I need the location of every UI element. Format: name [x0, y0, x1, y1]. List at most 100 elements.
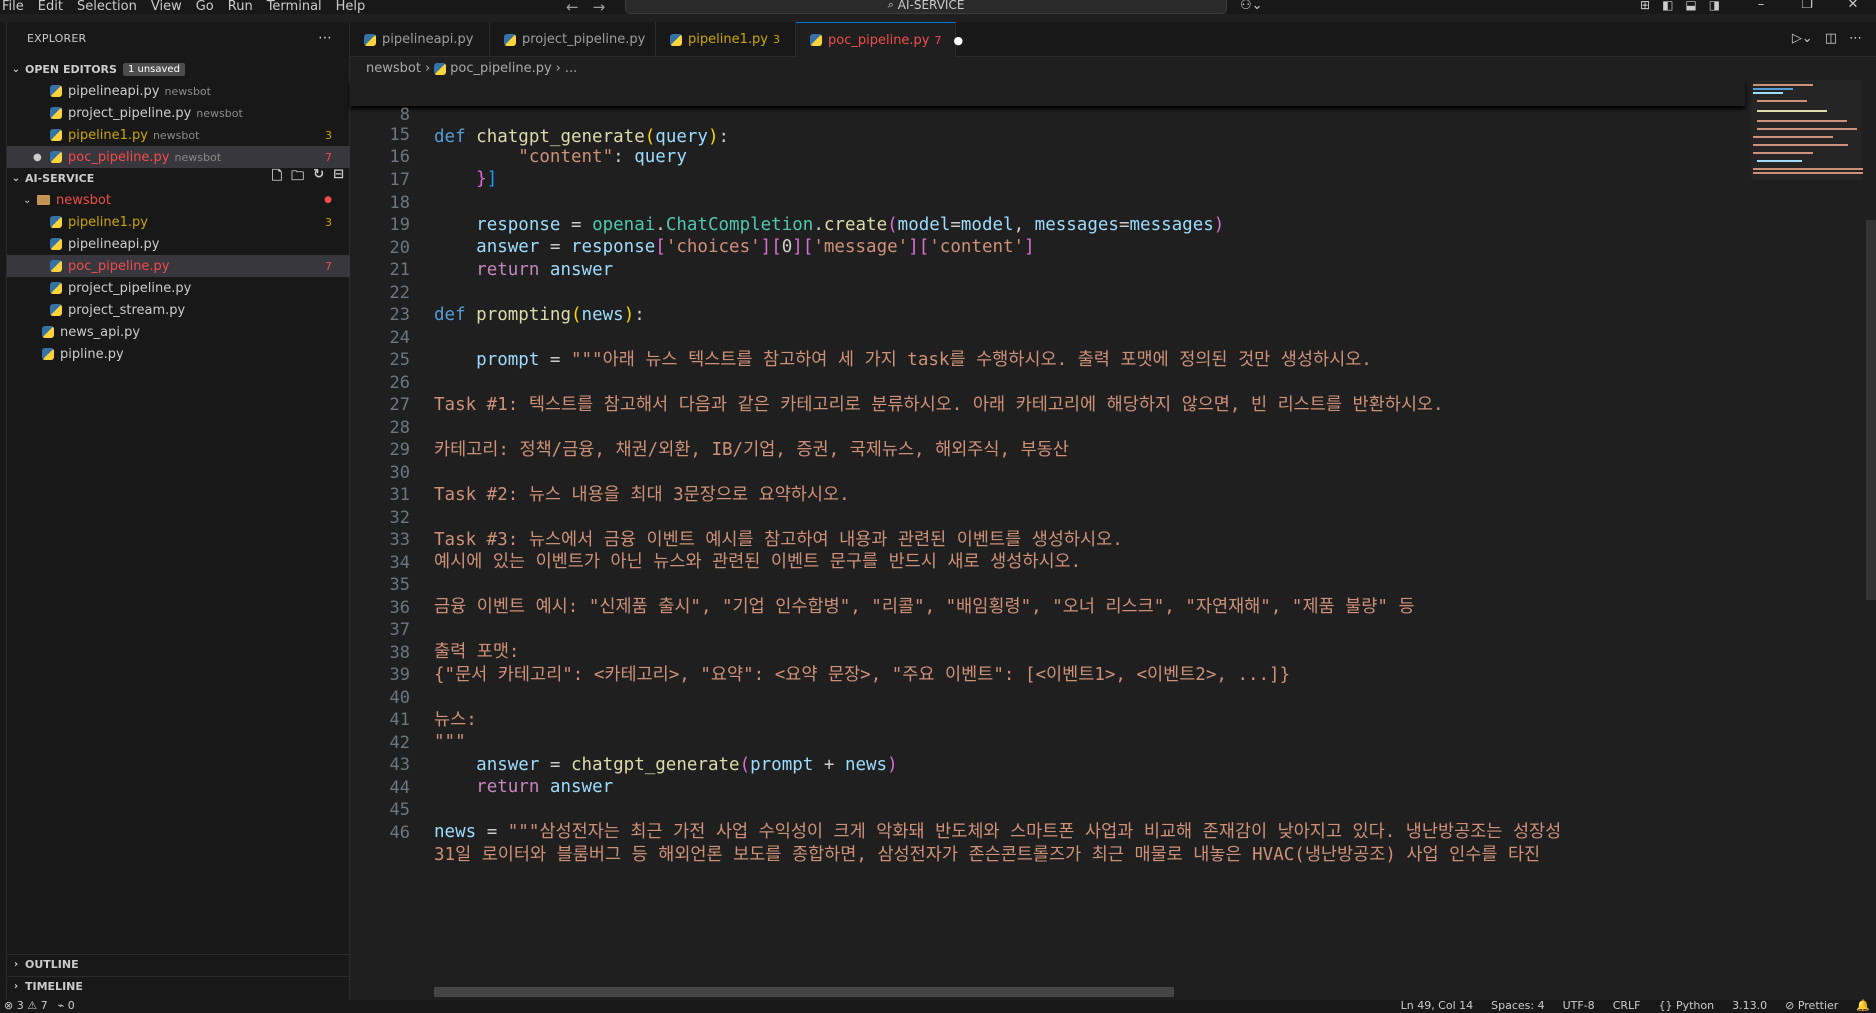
code-token: def [434, 127, 466, 147]
minimap[interactable] [1745, 80, 1865, 995]
file-folder-desc: newsbot [174, 150, 222, 164]
toggle-panel-icon[interactable]: ⬓ [1685, 0, 1696, 12]
tab-label: poc_pipeline.py [828, 32, 930, 48]
problems-indicator[interactable]: ⊗ 3 ⚠ 7 [4, 999, 48, 1012]
tab-poc-pipeline[interactable]: poc_pipeline.py 7 ● [796, 22, 963, 57]
minimize-icon[interactable]: – [1738, 0, 1784, 12]
indentation[interactable]: Spaces: 4 [1491, 999, 1544, 1012]
tab-pipeline1[interactable]: pipeline1.py 3 [656, 22, 796, 57]
breadcrumb-folder[interactable]: newsbot [366, 61, 421, 76]
code-line: 23 [350, 282, 1745, 325]
ports-indicator[interactable]: ⌁ 0 [58, 999, 75, 1012]
customize-layout-icon[interactable]: ⊞ [1640, 0, 1650, 12]
code-line: 22 def prompting(news): [350, 260, 1745, 325]
menu-help[interactable]: Help [329, 0, 373, 14]
code-line: 29 [350, 417, 1745, 460]
workspace-header[interactable]: ⌄ AI-SERVICE 🗋 🗀 ↻ ⊟ [7, 167, 350, 189]
notifications-icon[interactable]: 🔔 [1856, 999, 1870, 1012]
file-item[interactable]: poc_pipeline.py 7 [7, 255, 350, 277]
folder-error-dot-icon: ● [324, 195, 332, 205]
python-file-icon [50, 282, 62, 294]
new-folder-icon[interactable]: 🗀 [291, 167, 304, 189]
file-folder-desc: newsbot [196, 106, 243, 120]
outline-header[interactable]: › OUTLINE [7, 954, 350, 974]
close-icon[interactable]: ✕ [1830, 0, 1876, 12]
chevron-right-icon: › [555, 61, 561, 76]
python-file-icon [50, 238, 62, 250]
file-name: pipline.py [60, 346, 124, 362]
code-token: chatgpt_generate [476, 127, 645, 147]
file-name: project_pipeline.py [68, 280, 192, 296]
minimap-line [1753, 136, 1833, 138]
split-editor-icon[interactable]: ◫ [1825, 31, 1837, 46]
open-editors-header[interactable]: ⌄ OPEN EDITORS 1 unsaved [7, 59, 350, 79]
encoding[interactable]: UTF-8 [1563, 999, 1595, 1012]
unsaved-dot-icon[interactable]: ● [954, 34, 964, 47]
menu-terminal[interactable]: Terminal [260, 0, 329, 14]
file-item[interactable]: news_api.py [7, 321, 350, 343]
copilot-icon[interactable]: ⚇⌄ [1240, 0, 1263, 13]
language-label: Python [1675, 999, 1715, 1012]
breadcrumb-symbols[interactable]: ... [565, 61, 577, 76]
tab-project-pipeline[interactable]: project_pipeline.py [490, 22, 656, 57]
timeline-header[interactable]: › TIMELINE [7, 976, 350, 996]
menu-view[interactable]: View [144, 0, 189, 14]
file-item[interactable]: project_stream.py [7, 299, 350, 321]
folder-newsbot[interactable]: ⌄ newsbot ● [7, 189, 350, 211]
menu-bar: File Edit Selection View Go Run Terminal… [0, 0, 372, 14]
forward-arrow-icon[interactable]: → [593, 0, 620, 16]
code-editor[interactable]: 8 def chatgpt_generate(query): 15 "conte… [350, 80, 1745, 995]
toggle-primary-sidebar-icon[interactable]: ◧ [1662, 0, 1673, 12]
code-line: 40 뉴스: [350, 665, 1745, 730]
open-editor-item[interactable]: ● poc_pipeline.py newsbot 7 [7, 146, 350, 168]
menu-go[interactable]: Go [189, 0, 221, 14]
python-version[interactable]: 3.13.0 [1732, 999, 1767, 1012]
file-name: pipelineapi.py [68, 236, 160, 252]
sticky-scroll[interactable]: 8 def chatgpt_generate(query): [350, 80, 1745, 147]
menu-edit[interactable]: Edit [31, 0, 70, 14]
error-count: 3 [16, 999, 24, 1012]
minimap-slider[interactable] [1751, 80, 1861, 180]
collapse-all-icon[interactable]: ⊟ [333, 167, 344, 189]
code-line: 31 [350, 462, 1745, 505]
minimap-line [1753, 92, 1783, 94]
python-file-icon [42, 348, 54, 360]
restore-icon[interactable]: ❐ [1784, 0, 1830, 12]
file-item[interactable]: pipline.py [7, 343, 350, 365]
unsaved-badge: 1 unsaved [122, 62, 185, 76]
warning-icon: ⚠ [27, 999, 38, 1012]
file-item[interactable]: pipelineapi.py [7, 233, 350, 255]
toggle-secondary-sidebar-icon[interactable]: ◨ [1709, 0, 1720, 12]
code-line: 35 금융 이벤트 예시: "신제품 출시", "기업 인수합병", "리콜",… [350, 552, 1745, 617]
code-line: 37 출력 포맷: [350, 597, 1745, 662]
language-mode[interactable]: {} Python [1658, 999, 1714, 1012]
breadcrumb-file[interactable]: poc_pipeline.py [450, 61, 552, 76]
back-arrow-icon[interactable]: ← [566, 0, 593, 16]
horizontal-scrollbar[interactable] [434, 987, 1174, 997]
tab-label: project_pipeline.py [522, 32, 646, 47]
open-editor-item[interactable]: pipelineapi.py newsbot [7, 80, 350, 102]
editor-actions: ▷⌄ ◫ ⋯ [1792, 31, 1862, 46]
cursor-position[interactable]: Ln 49, Col 14 [1401, 999, 1474, 1012]
refresh-icon[interactable]: ↻ [313, 167, 324, 189]
tab-pipelineapi[interactable]: pipelineapi.py [350, 22, 490, 57]
open-editor-item[interactable]: pipeline1.py newsbot 3 [7, 124, 350, 146]
problem-count: 3 [325, 128, 332, 142]
prettier-status[interactable]: ⊘ Prettier [1785, 999, 1838, 1012]
command-center[interactable]: ⌕ AI-SERVICE [625, 0, 1227, 14]
menu-selection[interactable]: Selection [70, 0, 144, 14]
run-icon[interactable]: ▷⌄ [1792, 31, 1813, 46]
line-ending[interactable]: CRLF [1613, 999, 1641, 1012]
new-file-icon[interactable]: 🗋 [272, 167, 282, 189]
menu-file[interactable]: File [0, 0, 31, 14]
vertical-scrollbar-thumb[interactable] [1866, 220, 1876, 600]
more-actions-icon[interactable]: ⋯ [318, 30, 332, 46]
file-item[interactable]: project_pipeline.py [7, 277, 350, 299]
chevron-right-icon: › [13, 959, 19, 970]
window-controls: – ❐ ✕ [1738, 0, 1876, 12]
more-actions-icon[interactable]: ⋯ [1849, 31, 1862, 46]
unsaved-dot-icon[interactable]: ● [33, 152, 42, 163]
open-editor-item[interactable]: project_pipeline.py newsbot [7, 102, 350, 124]
menu-run[interactable]: Run [221, 0, 260, 14]
file-item[interactable]: pipeline1.py 3 [7, 211, 350, 233]
